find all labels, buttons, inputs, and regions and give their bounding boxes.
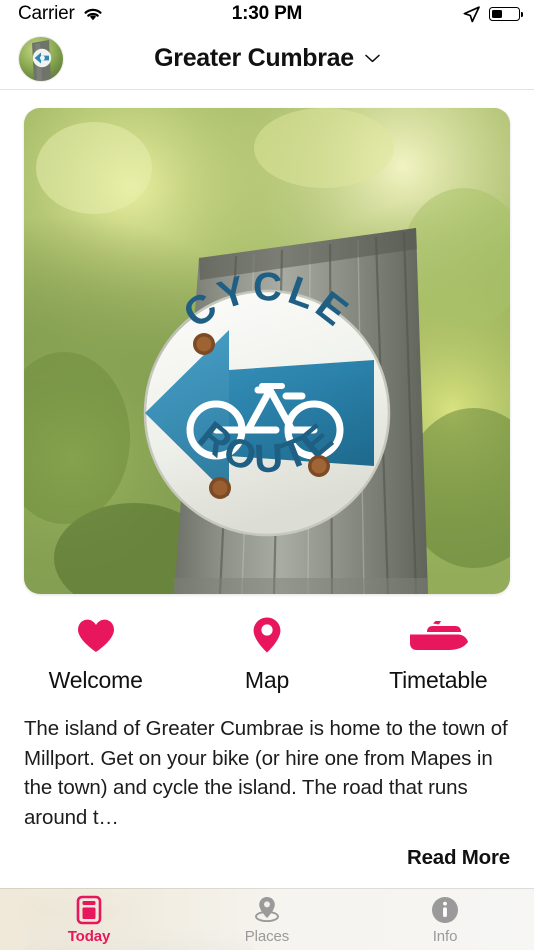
app-screen: Carrier 1:30 PM Greater Cumbrae CYCLE RO… bbox=[0, 0, 534, 950]
navigation-bar: Greater Cumbrae bbox=[0, 28, 534, 90]
quick-action-label: Welcome bbox=[48, 667, 143, 693]
status-bar-right bbox=[463, 5, 524, 23]
description-text: The island of Greater Cumbrae is home to… bbox=[24, 717, 508, 829]
today-icon bbox=[76, 895, 102, 925]
quick-action-label: Timetable bbox=[389, 667, 488, 693]
nav-title-group[interactable]: Greater Cumbrae bbox=[0, 28, 534, 89]
read-more-row: Read More bbox=[24, 846, 510, 870]
clock-label: 1:30 PM bbox=[231, 3, 303, 24]
quick-action-map[interactable]: Map bbox=[181, 616, 352, 694]
status-bar: Carrier 1:30 PM bbox=[0, 0, 534, 28]
tab-places[interactable]: Places bbox=[178, 889, 356, 950]
heart-icon bbox=[76, 616, 116, 654]
info-circle-icon bbox=[431, 895, 459, 925]
quick-actions-row: Welcome Map Timetable bbox=[0, 616, 534, 694]
location-arrow-icon bbox=[463, 5, 480, 22]
description-section: The island of Greater Cumbrae is home to… bbox=[0, 694, 534, 870]
tab-info[interactable]: Info bbox=[356, 889, 534, 950]
ferry-icon bbox=[407, 616, 469, 654]
tab-label-today: Today bbox=[67, 927, 111, 945]
quick-action-timetable[interactable]: Timetable bbox=[353, 616, 524, 694]
read-more-button[interactable]: Read More bbox=[407, 846, 510, 870]
avatar[interactable] bbox=[18, 35, 64, 82]
hero-image[interactable]: CYCLE ROUTE bbox=[24, 108, 510, 594]
chevron-down-icon[interactable] bbox=[365, 54, 380, 63]
hero-section: CYCLE ROUTE bbox=[0, 90, 534, 594]
places-pin-icon bbox=[251, 895, 283, 925]
quick-action-label: Map bbox=[244, 667, 290, 693]
tab-bar: Today Places Info bbox=[0, 888, 534, 950]
tab-today[interactable]: Today bbox=[0, 889, 178, 950]
quick-action-welcome[interactable]: Welcome bbox=[10, 616, 181, 694]
tab-label-places: Places bbox=[244, 927, 290, 945]
map-pin-icon bbox=[252, 616, 282, 654]
page-title: Greater Cumbrae bbox=[154, 44, 354, 72]
battery-icon bbox=[489, 7, 524, 21]
tab-label-info: Info bbox=[432, 927, 458, 945]
